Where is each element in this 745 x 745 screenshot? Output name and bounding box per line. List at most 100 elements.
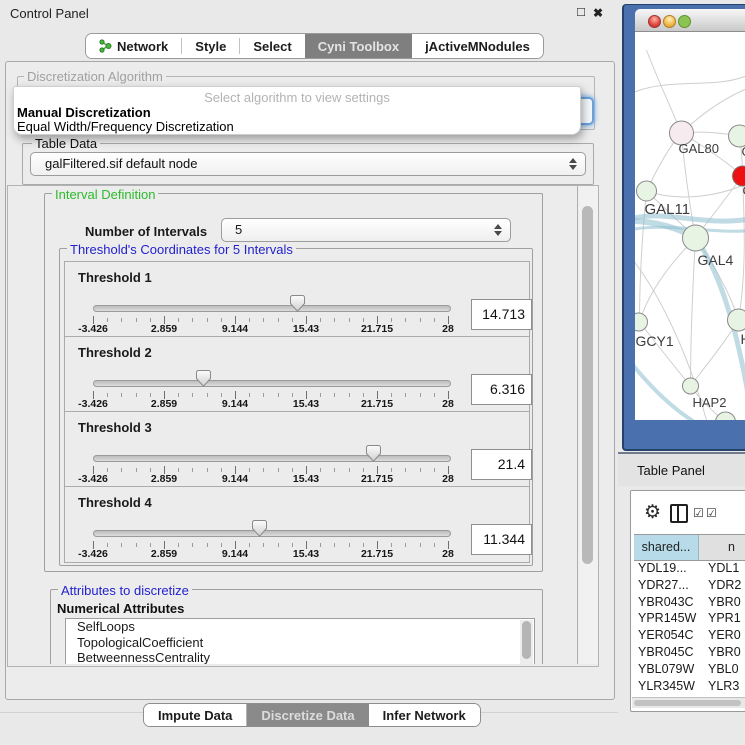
- tab-impute-data[interactable]: Impute Data: [144, 704, 247, 726]
- table-horizontal-scrollbar[interactable]: [632, 697, 745, 708]
- discretization-algorithm-title: Discretization Algorithm: [24, 69, 166, 84]
- table-hscrollbar-thumb[interactable]: [634, 700, 741, 706]
- thresholds-group-title: Threshold's Coordinates for 5 Intervals: [67, 242, 296, 257]
- tab-cyni-toolbox[interactable]: Cyni Toolbox: [305, 34, 412, 58]
- threshold-4-value-field[interactable]: 11.344: [471, 524, 532, 555]
- table-row[interactable]: YBR043CYBR0: [634, 594, 745, 611]
- tab-style[interactable]: Style: [182, 34, 239, 58]
- settings-scrollbar[interactable]: [579, 186, 598, 664]
- column-header-name[interactable]: n: [699, 535, 745, 560]
- tab-network[interactable]: Network: [86, 34, 181, 58]
- cell-shared-name[interactable]: YER054C: [634, 627, 703, 644]
- tick-label: 2.859: [142, 323, 186, 335]
- float-window-icon[interactable]: ☐: [574, 6, 588, 21]
- cell-shared-name[interactable]: YBR043C: [634, 594, 703, 611]
- node-gal4[interactable]: [683, 225, 709, 251]
- tick-label: 15.43: [284, 473, 328, 485]
- cell-shared-name[interactable]: YBR045C: [634, 644, 703, 661]
- tick-label: 9.144: [213, 323, 257, 335]
- cell-name[interactable]: YDL1: [703, 560, 745, 577]
- threshold-4-box: Threshold 4 11.344 -3.4262.8599.14415.43…: [64, 486, 530, 563]
- list-item-selfloops[interactable]: SelfLoops: [66, 619, 534, 635]
- tab-select[interactable]: Select: [240, 34, 304, 58]
- number-of-intervals-spinner[interactable]: 5: [221, 218, 511, 242]
- tick-label: 9.144: [213, 398, 257, 410]
- node-gal11[interactable]: [637, 181, 657, 201]
- table-row[interactable]: YBR045CYBR0: [634, 644, 745, 661]
- threshold-2-slider-track[interactable]: [93, 380, 451, 387]
- popup-item-equal-width-frequency[interactable]: Equal Width/Frequency Discretization: [17, 119, 234, 134]
- node-h[interactable]: [728, 309, 745, 331]
- checkbox-icon[interactable]: ☑: [693, 506, 704, 520]
- threshold-1-value-field[interactable]: 14.713: [471, 299, 532, 330]
- threshold-3-value-field[interactable]: 21.4: [471, 449, 532, 480]
- tick-label: 28: [426, 473, 470, 485]
- table-row[interactable]: YDR27...YDR2: [634, 577, 745, 594]
- network-canvas[interactable]: GAL80 GA C GAL11 GAL4 GCY1 H HAP2: [635, 32, 745, 420]
- cell-name[interactable]: YBL0: [703, 661, 745, 678]
- cell-shared-name[interactable]: YLR345W: [634, 678, 703, 695]
- cell-shared-name[interactable]: YBL079W: [634, 661, 703, 678]
- cell-shared-name[interactable]: YPR145W: [634, 610, 703, 627]
- threshold-1-box: Threshold 1 14.713 -3.4262.8599.14415.43…: [64, 261, 530, 338]
- table-row[interactable]: YLR345WYLR3: [634, 678, 745, 695]
- node-label-hap2: HAP2: [693, 395, 727, 410]
- cell-name[interactable]: YER0: [703, 627, 745, 644]
- tab-discretize-data[interactable]: Discretize Data: [247, 704, 368, 726]
- threshold-3-slider-track[interactable]: [93, 455, 451, 462]
- network-icon: [99, 39, 112, 53]
- node-hap2[interactable]: [683, 378, 699, 394]
- settings-viewport: Interval Definition Number of Intervals …: [8, 186, 578, 664]
- tick-label: -3.426: [71, 548, 115, 560]
- tab-select-label: Select: [253, 39, 291, 54]
- cell-name[interactable]: YBR0: [703, 644, 745, 661]
- close-icon[interactable]: ✖: [591, 6, 605, 21]
- table-row[interactable]: YPR145WYPR1: [634, 610, 745, 627]
- threshold-2-slider-thumb[interactable]: [196, 370, 211, 387]
- numerical-attributes-label: Numerical Attributes: [57, 601, 184, 616]
- threshold-4-label: Threshold 4: [78, 495, 152, 510]
- close-traffic-light-icon[interactable]: [648, 15, 661, 28]
- threshold-1-slider-thumb[interactable]: [290, 295, 305, 312]
- cell-shared-name[interactable]: YDL19...: [634, 560, 703, 577]
- network-window-titlebar[interactable]: [635, 9, 745, 32]
- gear-icon[interactable]: ⚙: [644, 501, 661, 524]
- threshold-4-slider-track[interactable]: [93, 530, 451, 537]
- list-item-betweennesscentrality[interactable]: BetweennessCentrality: [66, 650, 534, 664]
- column-layout-icon[interactable]: [670, 504, 688, 523]
- list-item-topologicalcoefficient[interactable]: TopologicalCoefficient: [66, 635, 534, 651]
- threshold-2-value-field[interactable]: 6.316: [471, 374, 532, 405]
- minimize-traffic-light-icon[interactable]: [663, 15, 676, 28]
- tab-infer-network[interactable]: Infer Network: [369, 704, 480, 726]
- settings-scrollpane: Interval Definition Number of Intervals …: [7, 185, 599, 667]
- table-row[interactable]: YBL079WYBL0: [634, 661, 745, 678]
- zoom-traffic-light-icon[interactable]: [678, 15, 691, 28]
- node-bottom-partial[interactable]: [716, 412, 736, 420]
- list-scrollbar[interactable]: [520, 620, 533, 664]
- table-row[interactable]: YDL19...YDL1: [634, 560, 745, 577]
- node-gcy1[interactable]: [635, 313, 648, 331]
- table-data-combobox-value: galFiltered.sif default node: [45, 156, 197, 171]
- tick-label: 21.715: [355, 548, 399, 560]
- table-row[interactable]: YER054CYER0: [634, 627, 745, 644]
- list-scrollbar-thumb[interactable]: [522, 621, 531, 659]
- tab-jactivemnodules[interactable]: jActiveMNodules: [412, 34, 543, 58]
- table-data-combobox[interactable]: galFiltered.sif default node: [30, 152, 586, 176]
- cell-name[interactable]: YLR3: [703, 678, 745, 695]
- cell-name[interactable]: YPR1: [703, 610, 745, 627]
- threshold-3-slider-thumb[interactable]: [366, 445, 381, 462]
- node-label-gcy1: GCY1: [636, 333, 674, 349]
- threshold-4-slider-thumb[interactable]: [252, 520, 267, 537]
- tick-label: 2.859: [142, 548, 186, 560]
- node-label-gal4: GAL4: [698, 252, 734, 268]
- threshold-2-label: Threshold 2: [78, 345, 152, 360]
- popup-item-manual-discretization[interactable]: Manual Discretization: [17, 105, 151, 120]
- checkbox-icon[interactable]: ☑: [706, 506, 717, 520]
- settings-scrollbar-thumb[interactable]: [582, 206, 593, 564]
- cell-name[interactable]: YBR0: [703, 594, 745, 611]
- tick-label: 15.43: [284, 398, 328, 410]
- cell-shared-name[interactable]: YDR27...: [634, 577, 703, 594]
- cell-name[interactable]: YDR2: [703, 577, 745, 594]
- column-header-shared-name[interactable]: shared...: [634, 535, 699, 560]
- threshold-1-slider-track[interactable]: [93, 305, 451, 312]
